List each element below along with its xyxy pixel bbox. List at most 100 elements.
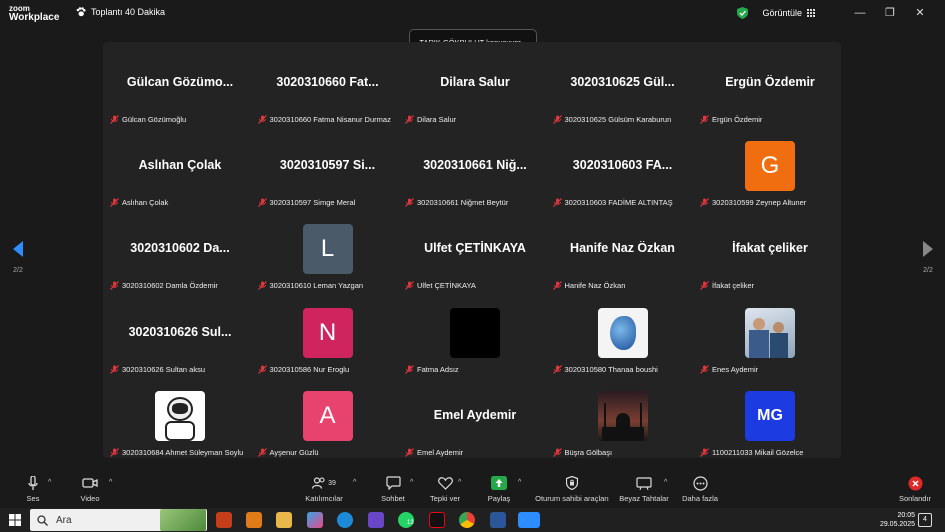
participant-name-label: Hanife Naz Özkan bbox=[552, 281, 626, 291]
chat-caret-icon[interactable]: ^ bbox=[410, 479, 413, 486]
search-placeholder: Ara bbox=[56, 514, 72, 526]
video-button[interactable]: Video bbox=[76, 475, 104, 503]
clock-date: 29.05.2025 bbox=[879, 521, 915, 528]
restore-button[interactable]: ❐ bbox=[875, 6, 905, 19]
participant-name-label: 3020310586 Nur Eroglu bbox=[257, 364, 349, 374]
close-button[interactable]: ✕ bbox=[905, 6, 935, 19]
shield-icon[interactable] bbox=[737, 6, 749, 19]
participant-name-label: Aslıhan Çolak bbox=[110, 198, 168, 207]
chat-button[interactable]: Sohbet bbox=[378, 475, 408, 503]
host-tools-button[interactable]: Oturum sahibi araçları bbox=[533, 475, 611, 503]
muted-mic-icon bbox=[257, 364, 267, 374]
participant-name: Aslıhan Çolak bbox=[122, 198, 169, 208]
video-caret-icon[interactable]: ^ bbox=[109, 479, 112, 486]
participants-icon bbox=[312, 477, 325, 489]
participant-tile[interactable]: Ergün Özdemir Ergün Özdemir bbox=[697, 41, 843, 124]
participant-tile[interactable]: 3020310580 Thanaa boushi bbox=[550, 291, 696, 374]
participant-tile[interactable]: MG 1100211033 Mikail Gözelce bbox=[697, 374, 843, 457]
participants-button[interactable]: 39 Katılımcılar bbox=[302, 475, 346, 503]
page-indicator-right: 2/2 bbox=[923, 267, 933, 274]
participant-name-label: 3020310599 Zeynep Altuner bbox=[700, 198, 806, 207]
file-explorer-icon[interactable] bbox=[276, 512, 292, 528]
muted-mic-icon bbox=[552, 198, 562, 208]
participant-tile[interactable]: 3020310597 Si... 3020310597 Simge Meral bbox=[255, 124, 401, 207]
participant-tile[interactable]: L 3020310610 Leman Yazgan bbox=[255, 207, 401, 290]
windows-start-icon[interactable] bbox=[9, 514, 21, 526]
participant-tile[interactable]: Gülcan Gözümo... Gülcan Gözümoğlu bbox=[107, 41, 253, 124]
end-meeting-button[interactable]: Sonlandır bbox=[896, 475, 934, 503]
participant-tile[interactable]: Fatma Adsız bbox=[402, 291, 548, 374]
participant-tile[interactable]: Aslıhan Çolak Aslıhan Çolak bbox=[107, 124, 253, 207]
participant-name: Emel Aydemir bbox=[417, 447, 464, 457]
view-label: Görüntüle bbox=[762, 7, 802, 18]
audio-button[interactable]: Ses bbox=[22, 475, 44, 503]
participant-name: Gülcan Gözümoğlu bbox=[122, 115, 187, 124]
taskbar-search[interactable]: Ara bbox=[30, 509, 207, 531]
participant-name: Hanife Naz Özkan bbox=[564, 281, 626, 291]
system-tray-clock[interactable]: 20:05 29.05.2025 bbox=[880, 511, 915, 529]
participant-tile[interactable]: 3020310684 Ahmet Süleyman Soylu bbox=[107, 374, 253, 457]
participant-photo bbox=[450, 307, 500, 358]
word-icon[interactable] bbox=[490, 512, 506, 528]
participant-name: 3020310661 Niğmet Beytür bbox=[417, 198, 509, 208]
participant-name-label: 3020310602 Damla Özdemir bbox=[110, 281, 218, 290]
participant-tile[interactable]: A Ayşenur Güzlü bbox=[255, 374, 401, 457]
netflix-icon[interactable] bbox=[429, 512, 445, 528]
whatsapp-icon[interactable]: 13 bbox=[398, 512, 414, 528]
participant-display-name: 3020310603 FA... bbox=[572, 158, 673, 173]
participant-tile[interactable]: 3020310661 Niğ... 3020310661 Niğmet Beytü… bbox=[402, 124, 548, 207]
notification-icon[interactable]: 4 bbox=[918, 513, 932, 527]
participant-name: Büşra Gölbaşı bbox=[564, 447, 613, 457]
prev-page-button[interactable]: 2/2 bbox=[6, 240, 30, 274]
participant-name: 3020310602 Damla Özdemir bbox=[122, 281, 218, 291]
zoom-taskbar-icon[interactable] bbox=[518, 512, 540, 528]
minimize-button[interactable]: — bbox=[845, 7, 875, 19]
video-label: Video bbox=[80, 494, 100, 503]
microphone-icon bbox=[28, 475, 38, 490]
participant-tile[interactable]: İfakat çeliker İfakat çeliker bbox=[697, 207, 843, 290]
participant-tile[interactable]: 3020310603 FA... 3020310603 FADİME ALTINT… bbox=[550, 124, 696, 207]
participant-tile[interactable]: N 3020310586 Nur Eroglu bbox=[255, 291, 401, 374]
edge-icon[interactable] bbox=[337, 512, 353, 528]
participant-tile[interactable]: 3020310625 Gül... 3020310625 Gülsüm Karab… bbox=[550, 41, 696, 124]
participant-tile[interactable]: G 3020310599 Zeynep Altuner bbox=[697, 124, 843, 207]
participant-tile[interactable]: Dilara Salur Dilara Salur bbox=[402, 41, 548, 124]
participant-tile[interactable]: 3020310660 Fat... 3020310660 Fatma Nisanu… bbox=[255, 41, 401, 124]
meeting-title[interactable]: Toplantı 40 Dakika bbox=[76, 7, 165, 17]
powerpoint-icon[interactable] bbox=[216, 512, 232, 528]
participant-display-name: Gülcan Gözümo... bbox=[126, 75, 234, 89]
participant-tile[interactable]: 3020310602 Da... 3020310602 Damla Özdemir bbox=[107, 207, 253, 290]
reactions-caret-icon[interactable]: ^ bbox=[458, 479, 461, 486]
more-icon bbox=[692, 475, 708, 491]
participant-display-name: 3020310660 Fat... bbox=[276, 75, 379, 89]
notification-count: 4 bbox=[923, 516, 927, 523]
participant-tile[interactable]: Büşra Gölbaşı bbox=[550, 374, 696, 457]
reactions-button[interactable]: Tepki ver bbox=[428, 475, 462, 503]
grid-icon bbox=[807, 8, 815, 17]
share-caret-icon[interactable]: ^ bbox=[518, 479, 521, 486]
next-page-button[interactable]: 2/2 bbox=[916, 240, 940, 274]
participants-caret-icon[interactable]: ^ bbox=[353, 479, 356, 486]
participant-name-label: 3020310661 Niğmet Beytür bbox=[405, 198, 508, 207]
participant-name-label: Ulfet ÇETİNKAYA bbox=[405, 281, 476, 290]
muted-mic-icon bbox=[552, 447, 562, 457]
participant-tile[interactable]: Hanife Naz Özkan Hanife Naz Özkan bbox=[550, 207, 696, 290]
whiteboards-button[interactable]: Beyaz Tahtalar bbox=[618, 475, 670, 503]
participant-display-name: 3020310597 Si... bbox=[279, 158, 376, 173]
more-button[interactable]: Daha fazla bbox=[680, 475, 720, 503]
chrome-icon[interactable] bbox=[459, 512, 475, 528]
app-icon[interactable] bbox=[368, 512, 384, 528]
participant-tile[interactable]: 3020310626 Sul... 3020310626 Sultan aksu bbox=[107, 291, 253, 374]
view-button[interactable]: Görüntüle bbox=[762, 8, 815, 18]
participant-name-label: 3020310610 Leman Yazgan bbox=[257, 281, 363, 290]
sticky-app-icon[interactable] bbox=[246, 512, 262, 528]
participant-tile[interactable]: Ulfet ÇETİNKAYA Ulfet ÇETİNKAYA bbox=[402, 207, 548, 290]
copilot-icon[interactable] bbox=[307, 512, 323, 528]
whiteboards-caret-icon[interactable]: ^ bbox=[664, 479, 667, 486]
muted-mic-icon bbox=[700, 364, 709, 374]
audio-caret-icon[interactable]: ^ bbox=[48, 479, 51, 486]
participant-tile[interactable]: Emel Aydemir Emel Aydemir bbox=[402, 374, 548, 457]
share-button[interactable]: Paylaş bbox=[486, 475, 512, 503]
muted-mic-icon bbox=[405, 447, 414, 457]
participant-tile[interactable]: Enes Aydemir bbox=[697, 291, 843, 374]
